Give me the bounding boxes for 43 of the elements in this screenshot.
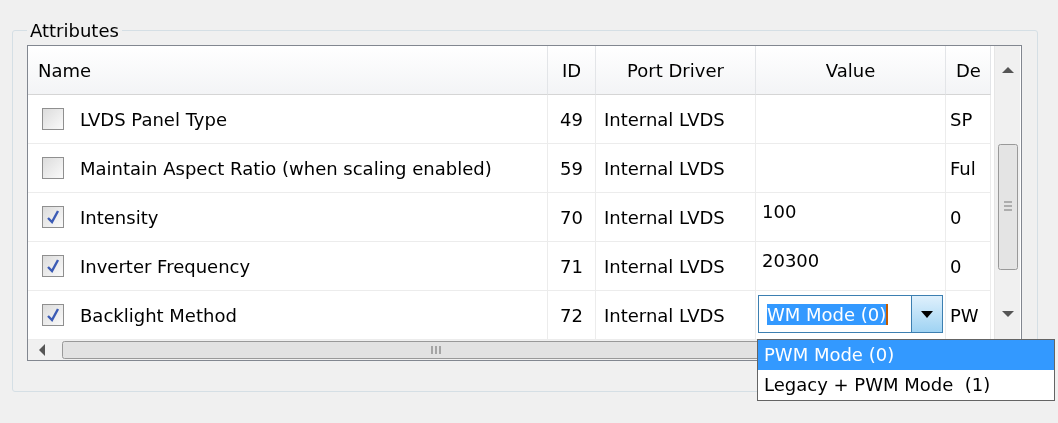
checkbox[interactable]: [42, 206, 64, 228]
table-cell: 20300: [762, 250, 820, 271]
checkbox[interactable]: [42, 304, 64, 326]
table-cell: 49: [560, 108, 583, 130]
dropdown-button[interactable]: [911, 296, 942, 332]
table-cell: Internal LVDS: [604, 108, 725, 130]
table-cell: Internal LVDS: [604, 255, 725, 277]
checkmark-icon: [46, 210, 60, 224]
table-cell: Inverter Frequency: [80, 255, 251, 277]
group-title: Attributes: [29, 20, 120, 41]
scroll-thumb[interactable]: [997, 144, 1018, 270]
up-arrow-icon[interactable]: [1001, 66, 1014, 74]
column-header[interactable]: Value: [756, 46, 946, 95]
column-header[interactable]: De: [946, 46, 991, 95]
column-header[interactable]: ID: [548, 46, 596, 95]
table-cell: Internal LVDS: [604, 157, 725, 179]
table-cell: 70: [560, 206, 583, 228]
table-cell: PW: [950, 304, 979, 326]
caret-icon: [921, 310, 933, 318]
table-cell: 59: [560, 157, 583, 179]
vertical-scrollbar[interactable]: [994, 46, 1020, 340]
down-arrow-icon[interactable]: [1001, 310, 1014, 318]
checkbox[interactable]: [42, 157, 64, 179]
table-cell: Maintain Aspect Ratio (when scaling enabled): [80, 157, 492, 179]
table-cell: Backlight Method: [80, 304, 237, 326]
checkbox[interactable]: [42, 255, 64, 277]
checkmark-icon: [46, 308, 60, 322]
table-cell: 72: [560, 304, 583, 326]
table-cell: SP: [950, 108, 973, 130]
table-cell: Internal LVDS: [604, 304, 725, 326]
table-cell: LVDS Panel Type: [80, 108, 227, 130]
table-cell: 0: [950, 206, 962, 228]
checkbox[interactable]: [42, 108, 64, 130]
table-cell: Ful: [950, 157, 976, 179]
column-header[interactable]: Name: [28, 46, 548, 95]
column-header[interactable]: Port Driver: [596, 46, 756, 95]
checkmark-icon: [46, 259, 60, 273]
table-cell: Internal LVDS: [604, 206, 725, 228]
table-cell: Intensity: [80, 206, 159, 228]
table-cell: 71: [560, 255, 583, 277]
table-cell: 100: [762, 201, 797, 222]
table-cell: 0: [950, 255, 962, 277]
left-arrow-icon[interactable]: [38, 344, 46, 356]
